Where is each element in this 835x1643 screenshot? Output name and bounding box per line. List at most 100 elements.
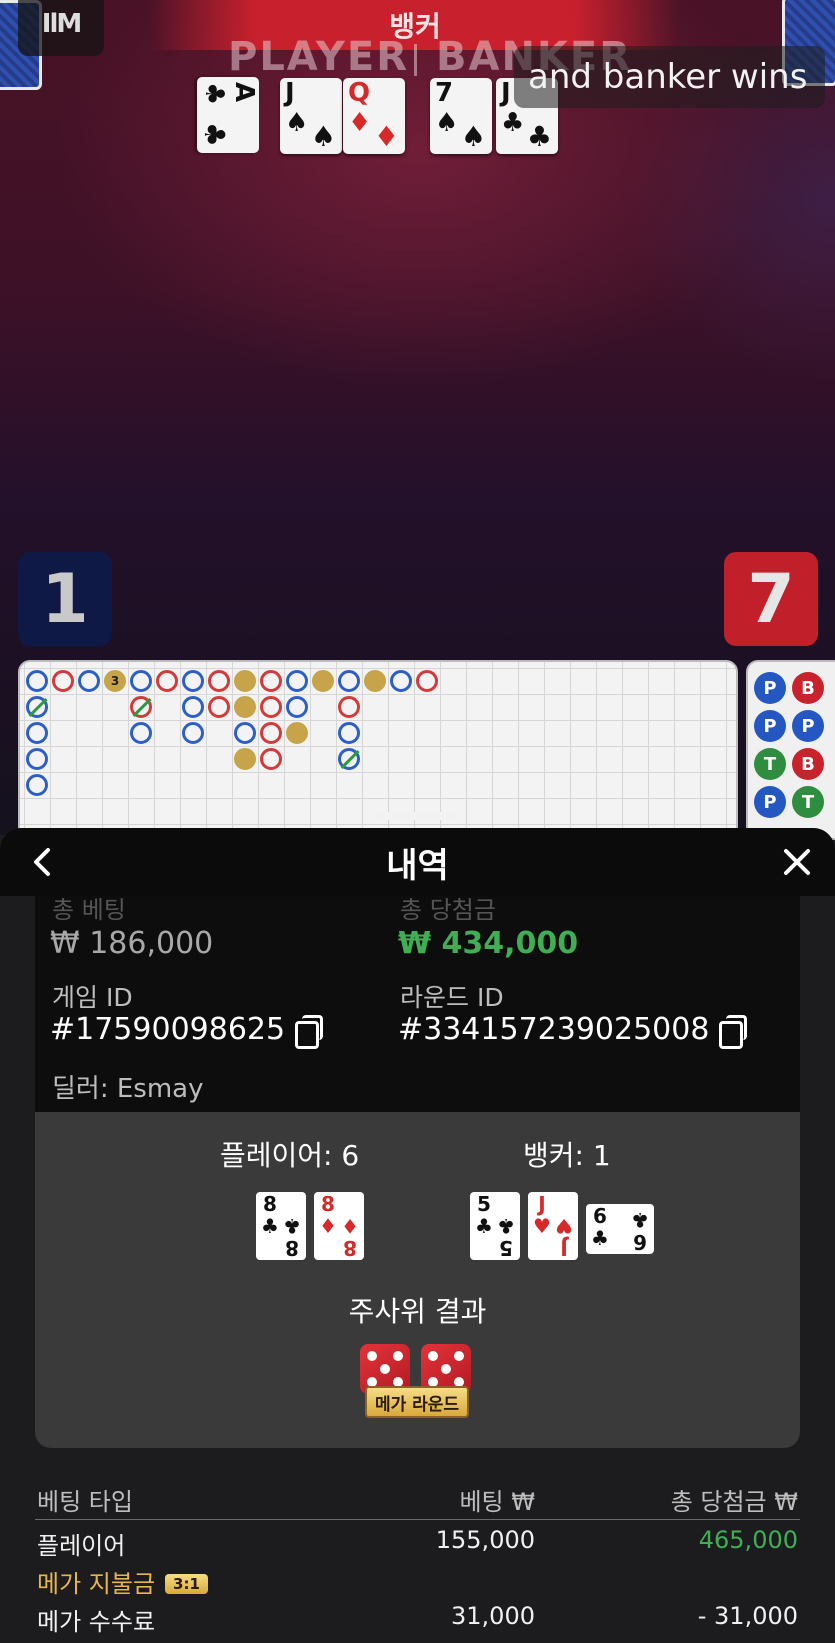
road-cell [52, 670, 74, 692]
road-cell [130, 722, 152, 744]
felt-player-label: PLAYER [228, 34, 410, 80]
table-row: 메가 수수료 31,000 - 31,000 [35, 1596, 800, 1636]
bet-type: 메가 지불금 [37, 1570, 156, 1598]
table-card: Q ♦ ♦ [343, 78, 405, 154]
back-button[interactable] [20, 840, 64, 884]
road-cell [338, 748, 360, 770]
road-cell [234, 722, 256, 744]
table-card: J ♠ ♠ [280, 78, 342, 154]
road-cell [26, 774, 48, 796]
road-cell [286, 696, 308, 718]
table-row: 메가 지불금 3:1 [35, 1558, 800, 1599]
felt-divider [414, 44, 417, 76]
total-win-label: 총 당첨금 [400, 896, 496, 924]
road-cell [78, 670, 100, 692]
bet-type: 플레이어 [37, 1532, 126, 1560]
round-result: 플레이어: 6 뱅커: 1 8 ♣ 8 ♣ 8 ♦ 8 ♦ 5 ♣ 5 ♣ J ♥ J ♥ 6 ♣ 6 ♣ 주사위 결… [35, 1112, 800, 1448]
road-cell [208, 670, 230, 692]
road-cell [286, 670, 308, 692]
table-card: 7 ♠ ♠ [430, 78, 492, 154]
history-panel: 내역 총 베팅 ₩ 186,000 총 당첨금 ₩ 434,000 게임 ID … [0, 828, 835, 1643]
panel-title: 내역 [386, 845, 449, 886]
road-cell [260, 696, 282, 718]
road-cell [26, 722, 48, 744]
total-bet-label: 총 베팅 [52, 896, 126, 924]
panel-header: 내역 [0, 828, 835, 896]
dealer-name: 딜러: Esmay [52, 1074, 204, 1104]
player-score: 1 [18, 552, 112, 646]
round-id-value: #334157239025008 [398, 1012, 710, 1047]
banker-score: 7 [724, 552, 818, 646]
road-cell [338, 670, 360, 692]
mega-round-badge: 메가 라운드 [365, 1386, 469, 1418]
game-id-value: #17590098625 [50, 1012, 286, 1047]
bet-type: 메가 수수료 [37, 1608, 156, 1636]
road-cell [338, 722, 360, 744]
player-hand-label: 플레이어: 6 [220, 1139, 360, 1172]
road-cell [26, 696, 48, 718]
win-amount: 465,000 [698, 1526, 798, 1554]
road-cell [234, 748, 256, 770]
bead-road-cell: P [754, 710, 786, 742]
live-subtitle: and banker wins [514, 46, 826, 108]
road-cell [130, 696, 152, 718]
road-cell [156, 670, 178, 692]
road-cell [416, 670, 438, 692]
bet-amount: 31,000 [451, 1602, 535, 1630]
bead-road-cell: T [792, 786, 824, 818]
bead-road-cell: P [792, 710, 824, 742]
result-card: 6 ♣ 6 ♣ [586, 1204, 654, 1254]
game-id-label: 게임 ID [52, 983, 133, 1012]
bet-table: 베팅 타입 베팅 ₩ 총 당첨금 ₩ 플레이어 155,000 465,000 … [35, 1478, 800, 1636]
table-row: 플레이어 155,000 465,000 [35, 1520, 800, 1560]
col-total-win: 총 당첨금 ₩ [670, 1488, 798, 1516]
win-amount: - 31,000 [697, 1602, 798, 1630]
road-cell: 3 [104, 670, 126, 692]
result-card: J ♥ J ♥ [528, 1192, 578, 1260]
copy-icon[interactable] [719, 1014, 748, 1049]
road-cell [286, 722, 308, 744]
road-cell [234, 670, 256, 692]
total-bet-value: ₩ 186,000 [50, 926, 214, 961]
bet-type-cell: 메가 지불금 3:1 [37, 1564, 208, 1599]
bead-road-scoreboard[interactable]: PBPPTBPT [746, 660, 835, 840]
road-cell [390, 670, 412, 692]
dice-result-title: 주사위 결과 [348, 1295, 487, 1328]
road-cell [260, 670, 282, 692]
bead-road-cell: P [754, 672, 786, 704]
road-cell [312, 670, 334, 692]
game-logo-icon[interactable]: IlM [18, 0, 104, 56]
road-cell [182, 696, 204, 718]
bead-road-cell: B [792, 748, 824, 780]
game-id-row: #17590098625 [50, 1012, 324, 1049]
chevron-left-icon [34, 848, 50, 876]
road-cell [26, 670, 48, 692]
result-card: 8 ♣ 8 ♣ [256, 1192, 306, 1260]
col-bet-type: 베팅 타입 [37, 1488, 133, 1516]
bet-amount: 155,000 [435, 1526, 535, 1554]
road-cell [234, 696, 256, 718]
close-icon [784, 849, 810, 875]
road-cell [26, 748, 48, 770]
bead-road-cell: T [754, 748, 786, 780]
round-summary: 총 베팅 ₩ 186,000 총 당첨금 ₩ 434,000 게임 ID #17… [35, 896, 800, 1112]
drag-handle[interactable] [372, 812, 462, 820]
road-cell [182, 722, 204, 744]
mega-ratio-badge: 3:1 [165, 1574, 208, 1594]
bead-road-cell: B [792, 672, 824, 704]
close-button[interactable] [775, 840, 819, 884]
round-id-row: #334157239025008 [398, 1012, 748, 1049]
road-cell [260, 722, 282, 744]
road-cell [182, 670, 204, 692]
result-card: 5 ♣ 5 ♣ [470, 1192, 520, 1260]
round-id-label: 라운드 ID [400, 983, 504, 1012]
road-cell [208, 696, 230, 718]
col-bet-amount: 베팅 ₩ [459, 1488, 535, 1516]
bead-road-cell: P [754, 786, 786, 818]
total-win-value: ₩ 434,000 [398, 926, 579, 961]
road-cell [260, 748, 282, 770]
table-card: A ♣ ♣ [197, 77, 259, 153]
copy-icon[interactable] [295, 1014, 324, 1049]
result-card: 8 ♦ 8 ♦ [314, 1192, 364, 1260]
banker-hand-label: 뱅커: 1 [523, 1139, 611, 1172]
